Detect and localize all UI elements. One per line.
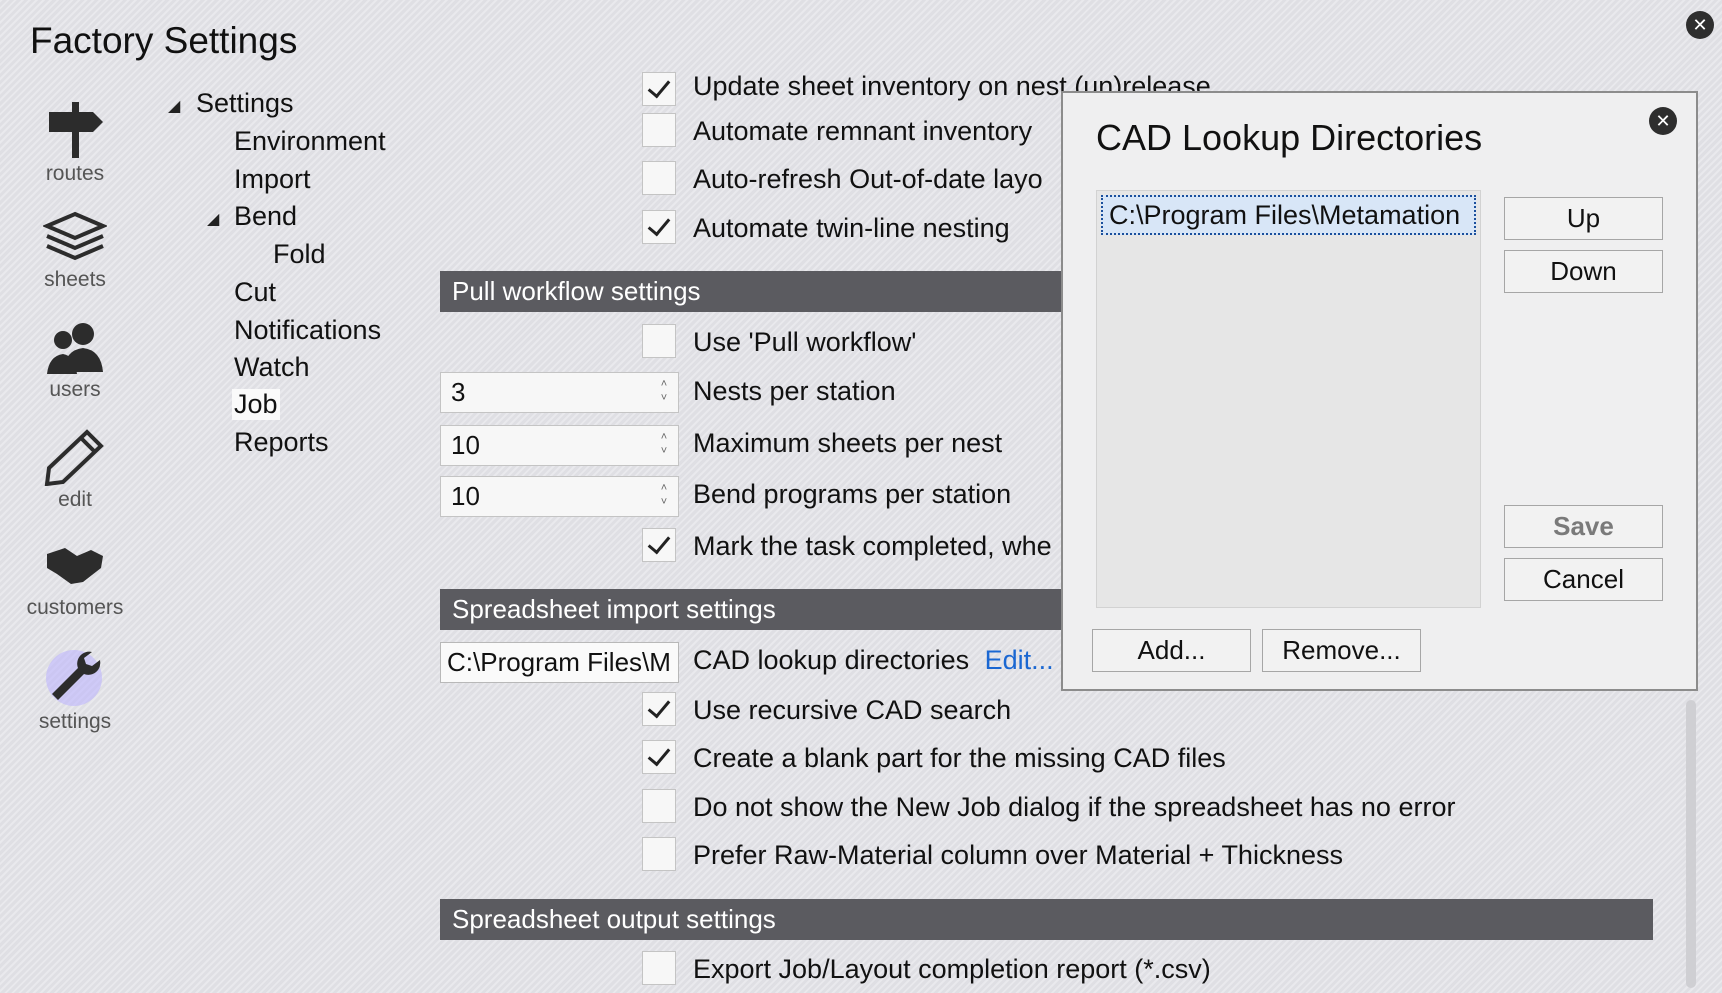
option-label: Create a blank part for the missing CAD … <box>693 743 1226 773</box>
cancel-button[interactable]: Cancel <box>1504 558 1663 601</box>
tree-item-bend[interactable]: Bend <box>234 201 297 232</box>
close-icon: ✕ <box>1692 15 1708 35</box>
checkbox-auto-refresh[interactable] <box>642 161 676 195</box>
handshake-icon <box>47 548 103 584</box>
dialog-close-button[interactable]: ✕ <box>1649 107 1677 135</box>
tree-expand-icon[interactable]: ◢ <box>207 209 219 229</box>
rail-label: settings <box>38 710 112 733</box>
option-label: Automate twin-line nesting <box>693 213 1010 243</box>
checkbox-use-pull-workflow[interactable] <box>642 324 676 358</box>
signpost-icon <box>49 102 103 158</box>
tree-item-environment[interactable]: Environment <box>234 126 386 157</box>
tree-item-import[interactable]: Import <box>234 164 311 195</box>
tree-item-settings[interactable]: Settings <box>196 88 294 119</box>
rail-label: edit <box>58 488 92 511</box>
close-icon: ✕ <box>1655 111 1671 131</box>
wrench-icon <box>46 650 102 706</box>
cad-directory-field[interactable]: C:\Program Files\M <box>440 642 679 683</box>
spinner-value: 3 <box>451 377 466 407</box>
tree-item-watch[interactable]: Watch <box>234 352 310 383</box>
list-item[interactable]: C:\Program Files\Metamation <box>1101 195 1476 235</box>
tree-item-cut[interactable]: Cut <box>234 277 276 308</box>
save-button[interactable]: Save <box>1504 505 1663 548</box>
spin-up-icon[interactable]: ˄ <box>658 377 670 391</box>
down-button[interactable]: Down <box>1504 250 1663 293</box>
add-button[interactable]: Add... <box>1092 629 1251 672</box>
checkbox-twin-line-nesting[interactable] <box>642 210 676 244</box>
rail-label: customers <box>26 596 124 619</box>
window-title: Factory Settings <box>30 20 298 61</box>
tree-expand-icon[interactable]: ◢ <box>168 96 180 116</box>
cad-lookup-text: CAD lookup directories <box>693 645 970 675</box>
checkbox-prefer-raw-material[interactable] <box>642 837 676 871</box>
checkbox-update-sheet-inventory[interactable] <box>642 72 676 106</box>
option-label: Nests per station <box>693 376 896 406</box>
rail-item-settings[interactable]: settings <box>10 646 140 734</box>
option-label: Prefer Raw-Material column over Material… <box>693 840 1343 870</box>
option-label: Automate remnant inventory <box>693 116 1033 146</box>
stack-icon <box>43 211 107 261</box>
rail-item-customers[interactable]: customers <box>10 538 140 620</box>
option-label: Bend programs per station <box>693 479 1012 509</box>
section-header-spreadsheet-output: Spreadsheet output settings <box>440 899 1653 940</box>
cad-lookup-dialog: CAD Lookup Directories ✕ C:\Program File… <box>1061 91 1698 691</box>
option-label: Do not show the New Job dialog if the sp… <box>693 792 1456 822</box>
settings-scrollbar[interactable] <box>1686 700 1696 988</box>
users-icon <box>47 323 103 374</box>
rail-item-routes[interactable]: routes <box>10 100 140 186</box>
bend-programs-spinner[interactable]: 10 ˄ ˅ <box>440 476 679 517</box>
tree-item-reports[interactable]: Reports <box>234 427 329 458</box>
spin-down-icon[interactable]: ˅ <box>658 391 670 405</box>
tree-item-job[interactable]: Job <box>232 389 280 420</box>
rail-label: routes <box>45 162 105 185</box>
tree-item-fold[interactable]: Fold <box>273 239 326 270</box>
checkbox-mark-completed[interactable] <box>642 528 676 562</box>
rail-item-sheets[interactable]: sheets <box>10 210 140 292</box>
option-label: Mark the task completed, whe <box>693 531 1052 561</box>
checkbox-recursive-cad-search[interactable] <box>642 692 676 726</box>
rail-label: users <box>49 378 101 401</box>
spinner-value: 10 <box>451 430 480 460</box>
rail-label: sheets <box>44 268 106 291</box>
option-label: Use 'Pull workflow' <box>693 327 917 357</box>
checkbox-export-completion-report[interactable] <box>642 951 676 985</box>
checkbox-automate-remnant[interactable] <box>642 113 676 147</box>
checkbox-blank-part[interactable] <box>642 740 676 774</box>
max-sheets-spinner[interactable]: 10 ˄ ˅ <box>440 425 679 466</box>
rail-item-users[interactable]: users <box>10 320 140 402</box>
nests-per-station-spinner[interactable]: 3 ˄ ˅ <box>440 372 679 413</box>
window-close-button[interactable]: ✕ <box>1686 11 1714 39</box>
section-header-spreadsheet-import: Spreadsheet import settings <box>440 589 1080 630</box>
spinner-value: 10 <box>451 481 480 511</box>
option-label: Maximum sheets per nest <box>693 428 1003 458</box>
spin-up-icon[interactable]: ˄ <box>658 430 670 444</box>
option-label: Auto-refresh Out-of-date layo <box>693 164 1043 194</box>
remove-button[interactable]: Remove... <box>1262 629 1421 672</box>
rail-item-edit[interactable]: edit <box>10 428 140 512</box>
option-label: Export Job/Layout completion report (*.c… <box>693 954 1211 984</box>
up-button[interactable]: Up <box>1504 197 1663 240</box>
edit-cad-dirs-link[interactable]: Edit... <box>985 645 1054 675</box>
tree-item-notifications[interactable]: Notifications <box>234 315 381 346</box>
directory-list[interactable]: C:\Program Files\Metamation <box>1096 190 1481 608</box>
spin-down-icon[interactable]: ˅ <box>658 495 670 509</box>
cad-lookup-label: CAD lookup directories Edit... <box>693 645 1054 676</box>
checkbox-skip-new-job-dialog[interactable] <box>642 789 676 823</box>
spin-up-icon[interactable]: ˄ <box>658 481 670 495</box>
option-label: Use recursive CAD search <box>693 695 1012 725</box>
pencil-icon <box>44 429 104 486</box>
dialog-title: CAD Lookup Directories <box>1096 117 1483 158</box>
section-header-pull-workflow: Pull workflow settings <box>440 271 1080 312</box>
spin-down-icon[interactable]: ˅ <box>658 444 670 458</box>
